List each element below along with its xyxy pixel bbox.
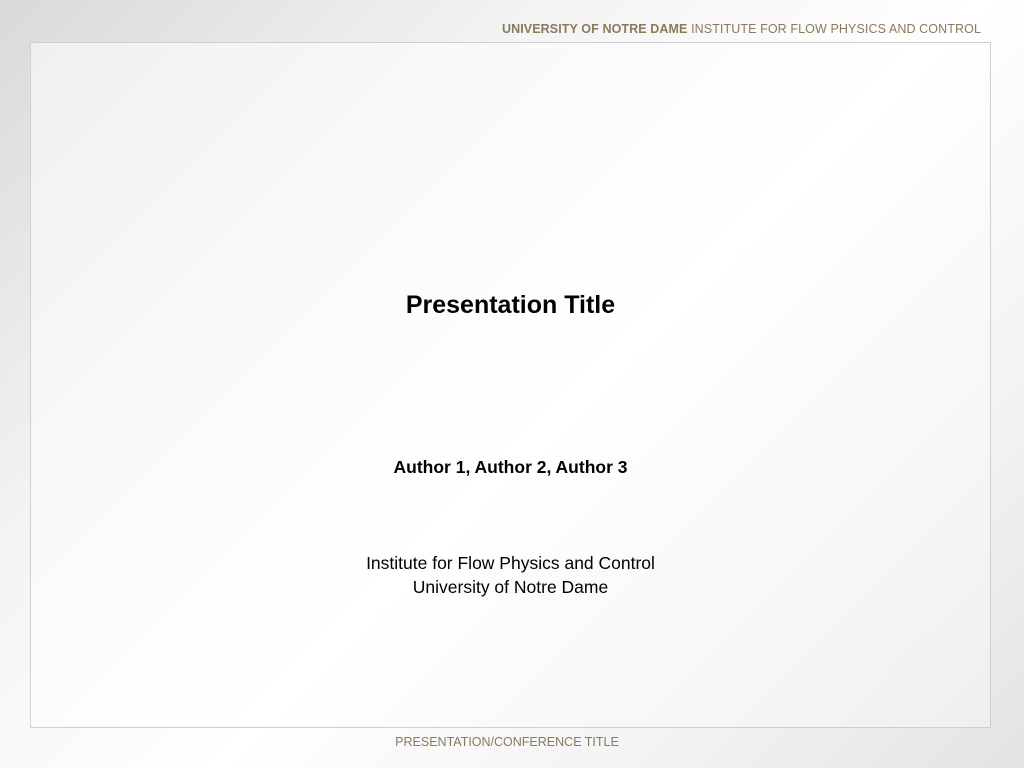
affiliation-university: University of Notre Dame <box>412 577 609 597</box>
author-list: Author 1, Author 2, Author 3 <box>393 457 628 477</box>
affiliation-block: Institute for Flow Physics and Control U… <box>31 551 990 599</box>
slide-content-frame: Presentation Title Author 1, Author 2, A… <box>30 42 991 728</box>
presentation-title: Presentation Title <box>405 291 616 319</box>
footer-conference-title: PRESENTATION/CONFERENCE TITLE <box>395 735 619 749</box>
header-banner: UNIVERSITY OF NOTRE DAME INSTITUTE FOR F… <box>502 22 981 36</box>
affiliation-institute: Institute for Flow Physics and Control <box>366 553 655 573</box>
header-institute-name: INSTITUTE FOR FLOW PHYSICS AND CONTROL <box>691 22 981 36</box>
header-university-name: UNIVERSITY OF NOTRE DAME <box>501 22 688 36</box>
